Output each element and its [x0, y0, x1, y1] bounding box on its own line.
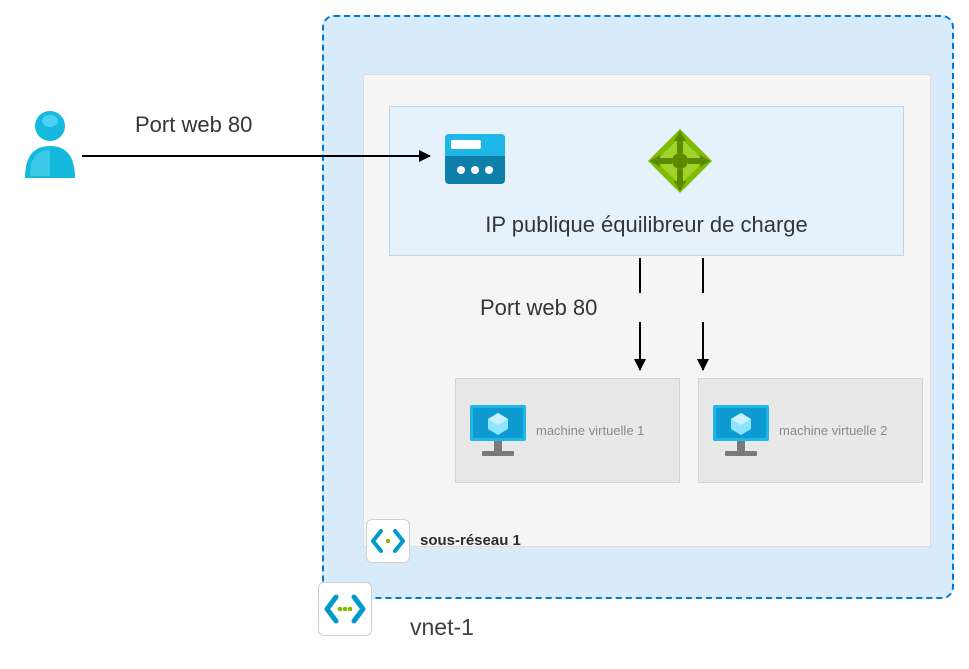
public-ip-lb-label: IP publique équilibreur de charge — [389, 212, 904, 238]
user-icon — [20, 108, 80, 180]
arrow-lb-down-stub-1 — [639, 258, 641, 293]
vm-icon — [711, 403, 771, 458]
vnet-badge — [318, 582, 372, 636]
public-ip-icon — [443, 132, 507, 186]
vm-box-2: machine virtuelle 2 — [698, 378, 923, 483]
vm-box-1: machine virtuelle 1 — [455, 378, 680, 483]
arrow-lb-to-vm1 — [639, 322, 641, 370]
subnet-badge — [366, 519, 410, 563]
vm-label: machine virtuelle 2 — [779, 423, 887, 438]
subnet-icon — [371, 529, 405, 553]
load-balancer-icon — [644, 125, 716, 197]
vnet-icon — [324, 594, 366, 624]
port-label-backend: Port web 80 — [480, 295, 597, 321]
vm-label: machine virtuelle 1 — [536, 423, 644, 438]
arrow-lb-down-stub-2 — [702, 258, 704, 293]
port-label-ingress: Port web 80 — [135, 112, 252, 138]
vm-icon — [468, 403, 528, 458]
vnet-label: vnet-1 — [410, 614, 474, 641]
arrow-user-to-lb — [82, 155, 430, 157]
subnet-label: sous-réseau 1 — [420, 532, 521, 549]
arrow-lb-to-vm2 — [702, 322, 704, 370]
